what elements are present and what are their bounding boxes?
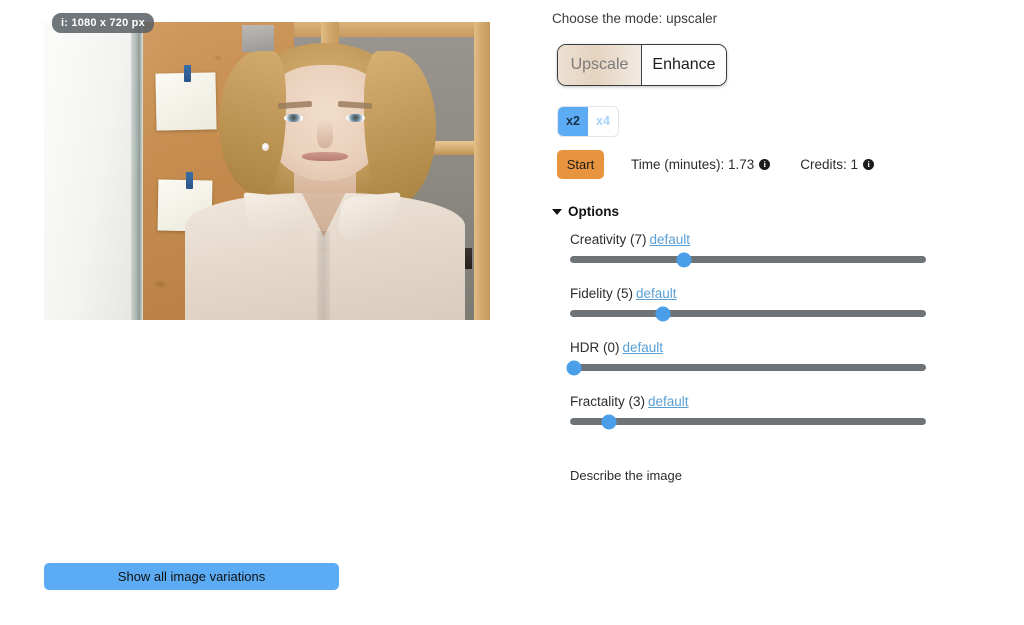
slider-fidelity-track[interactable] xyxy=(570,306,926,321)
slider-creativity-thumb[interactable] xyxy=(676,252,692,267)
mode-heading: Choose the mode: upscaler xyxy=(552,11,718,26)
slider-fidelity-default-link[interactable]: default xyxy=(636,286,677,301)
time-estimate-label: Time (minutes): 1.73 xyxy=(631,157,755,172)
mode-toggle-group[interactable]: Upscale Enhance xyxy=(557,44,727,86)
slider-fractality-track[interactable] xyxy=(570,414,926,429)
options-sliders: Creativity (7) default Fidelity (5) defaul… xyxy=(566,232,944,448)
scale-option-x2[interactable]: x2 xyxy=(558,107,588,136)
mode-option-upscale[interactable]: Upscale xyxy=(558,45,642,85)
slider-fidelity-label: Fidelity (5) default xyxy=(570,286,944,301)
app-root: i: 1080 x 720 px Show all image variatio… xyxy=(0,0,1024,625)
slider-fractality-default-link[interactable]: default xyxy=(648,394,689,409)
slider-hdr: HDR (0) default xyxy=(566,340,944,375)
slider-fractality-label: Fractality (3) default xyxy=(570,394,944,409)
caret-down-icon xyxy=(552,208,562,215)
image-preview-pane: i: 1080 x 720 px Show all image variatio… xyxy=(0,0,520,625)
time-info-icon[interactable]: i xyxy=(759,159,771,170)
slider-hdr-thumb[interactable] xyxy=(566,360,582,375)
credits-label: Credits: 1 xyxy=(800,157,859,172)
controls-pane: Choose the mode: upscaler Upscale Enhanc… xyxy=(552,0,1024,625)
slider-hdr-default-link[interactable]: default xyxy=(623,340,664,355)
slider-fidelity-text: Fidelity (5) xyxy=(570,286,634,301)
describe-image-label: Describe the image xyxy=(570,468,682,483)
slider-creativity-default-link[interactable]: default xyxy=(650,232,691,247)
slider-hdr-label: HDR (0) default xyxy=(570,340,944,355)
show-all-image-variations-button[interactable]: Show all image variations xyxy=(44,563,339,590)
start-row: Start Time (minutes): 1.73 i Credits: 1 … xyxy=(552,150,875,179)
time-estimate: Time (minutes): 1.73 i xyxy=(631,157,771,172)
slider-creativity: Creativity (7) default xyxy=(570,232,944,267)
portrait-photo xyxy=(44,22,490,320)
slider-hdr-text: HDR (0) xyxy=(570,340,620,355)
slider-fidelity-thumb[interactable] xyxy=(655,306,671,321)
slider-creativity-text: Creativity (7) xyxy=(570,232,647,247)
slider-fractality-text: Fractality (3) xyxy=(570,394,646,409)
slider-fractality: Fractality (3) default xyxy=(570,394,944,429)
photo-sheen xyxy=(44,22,490,320)
scale-option-x4[interactable]: x4 xyxy=(588,107,618,136)
slider-hdr-track[interactable] xyxy=(566,360,926,375)
options-header-label: Options xyxy=(568,204,619,219)
credits-cost: Credits: 1 i xyxy=(800,157,875,172)
credits-info-icon[interactable]: i xyxy=(863,159,875,170)
options-section-toggle[interactable]: Options xyxy=(552,204,619,219)
slider-fidelity: Fidelity (5) default xyxy=(570,286,944,321)
slider-creativity-track[interactable] xyxy=(570,252,926,267)
start-button[interactable]: Start xyxy=(557,150,604,179)
slider-creativity-label: Creativity (7) default xyxy=(570,232,944,247)
scale-toggle-group[interactable]: x2 x4 xyxy=(557,106,619,137)
image-size-badge: i: 1080 x 720 px xyxy=(52,13,154,33)
preview-image[interactable] xyxy=(44,22,490,320)
mode-option-enhance[interactable]: Enhance xyxy=(642,45,726,85)
slider-fractality-thumb[interactable] xyxy=(601,414,617,429)
